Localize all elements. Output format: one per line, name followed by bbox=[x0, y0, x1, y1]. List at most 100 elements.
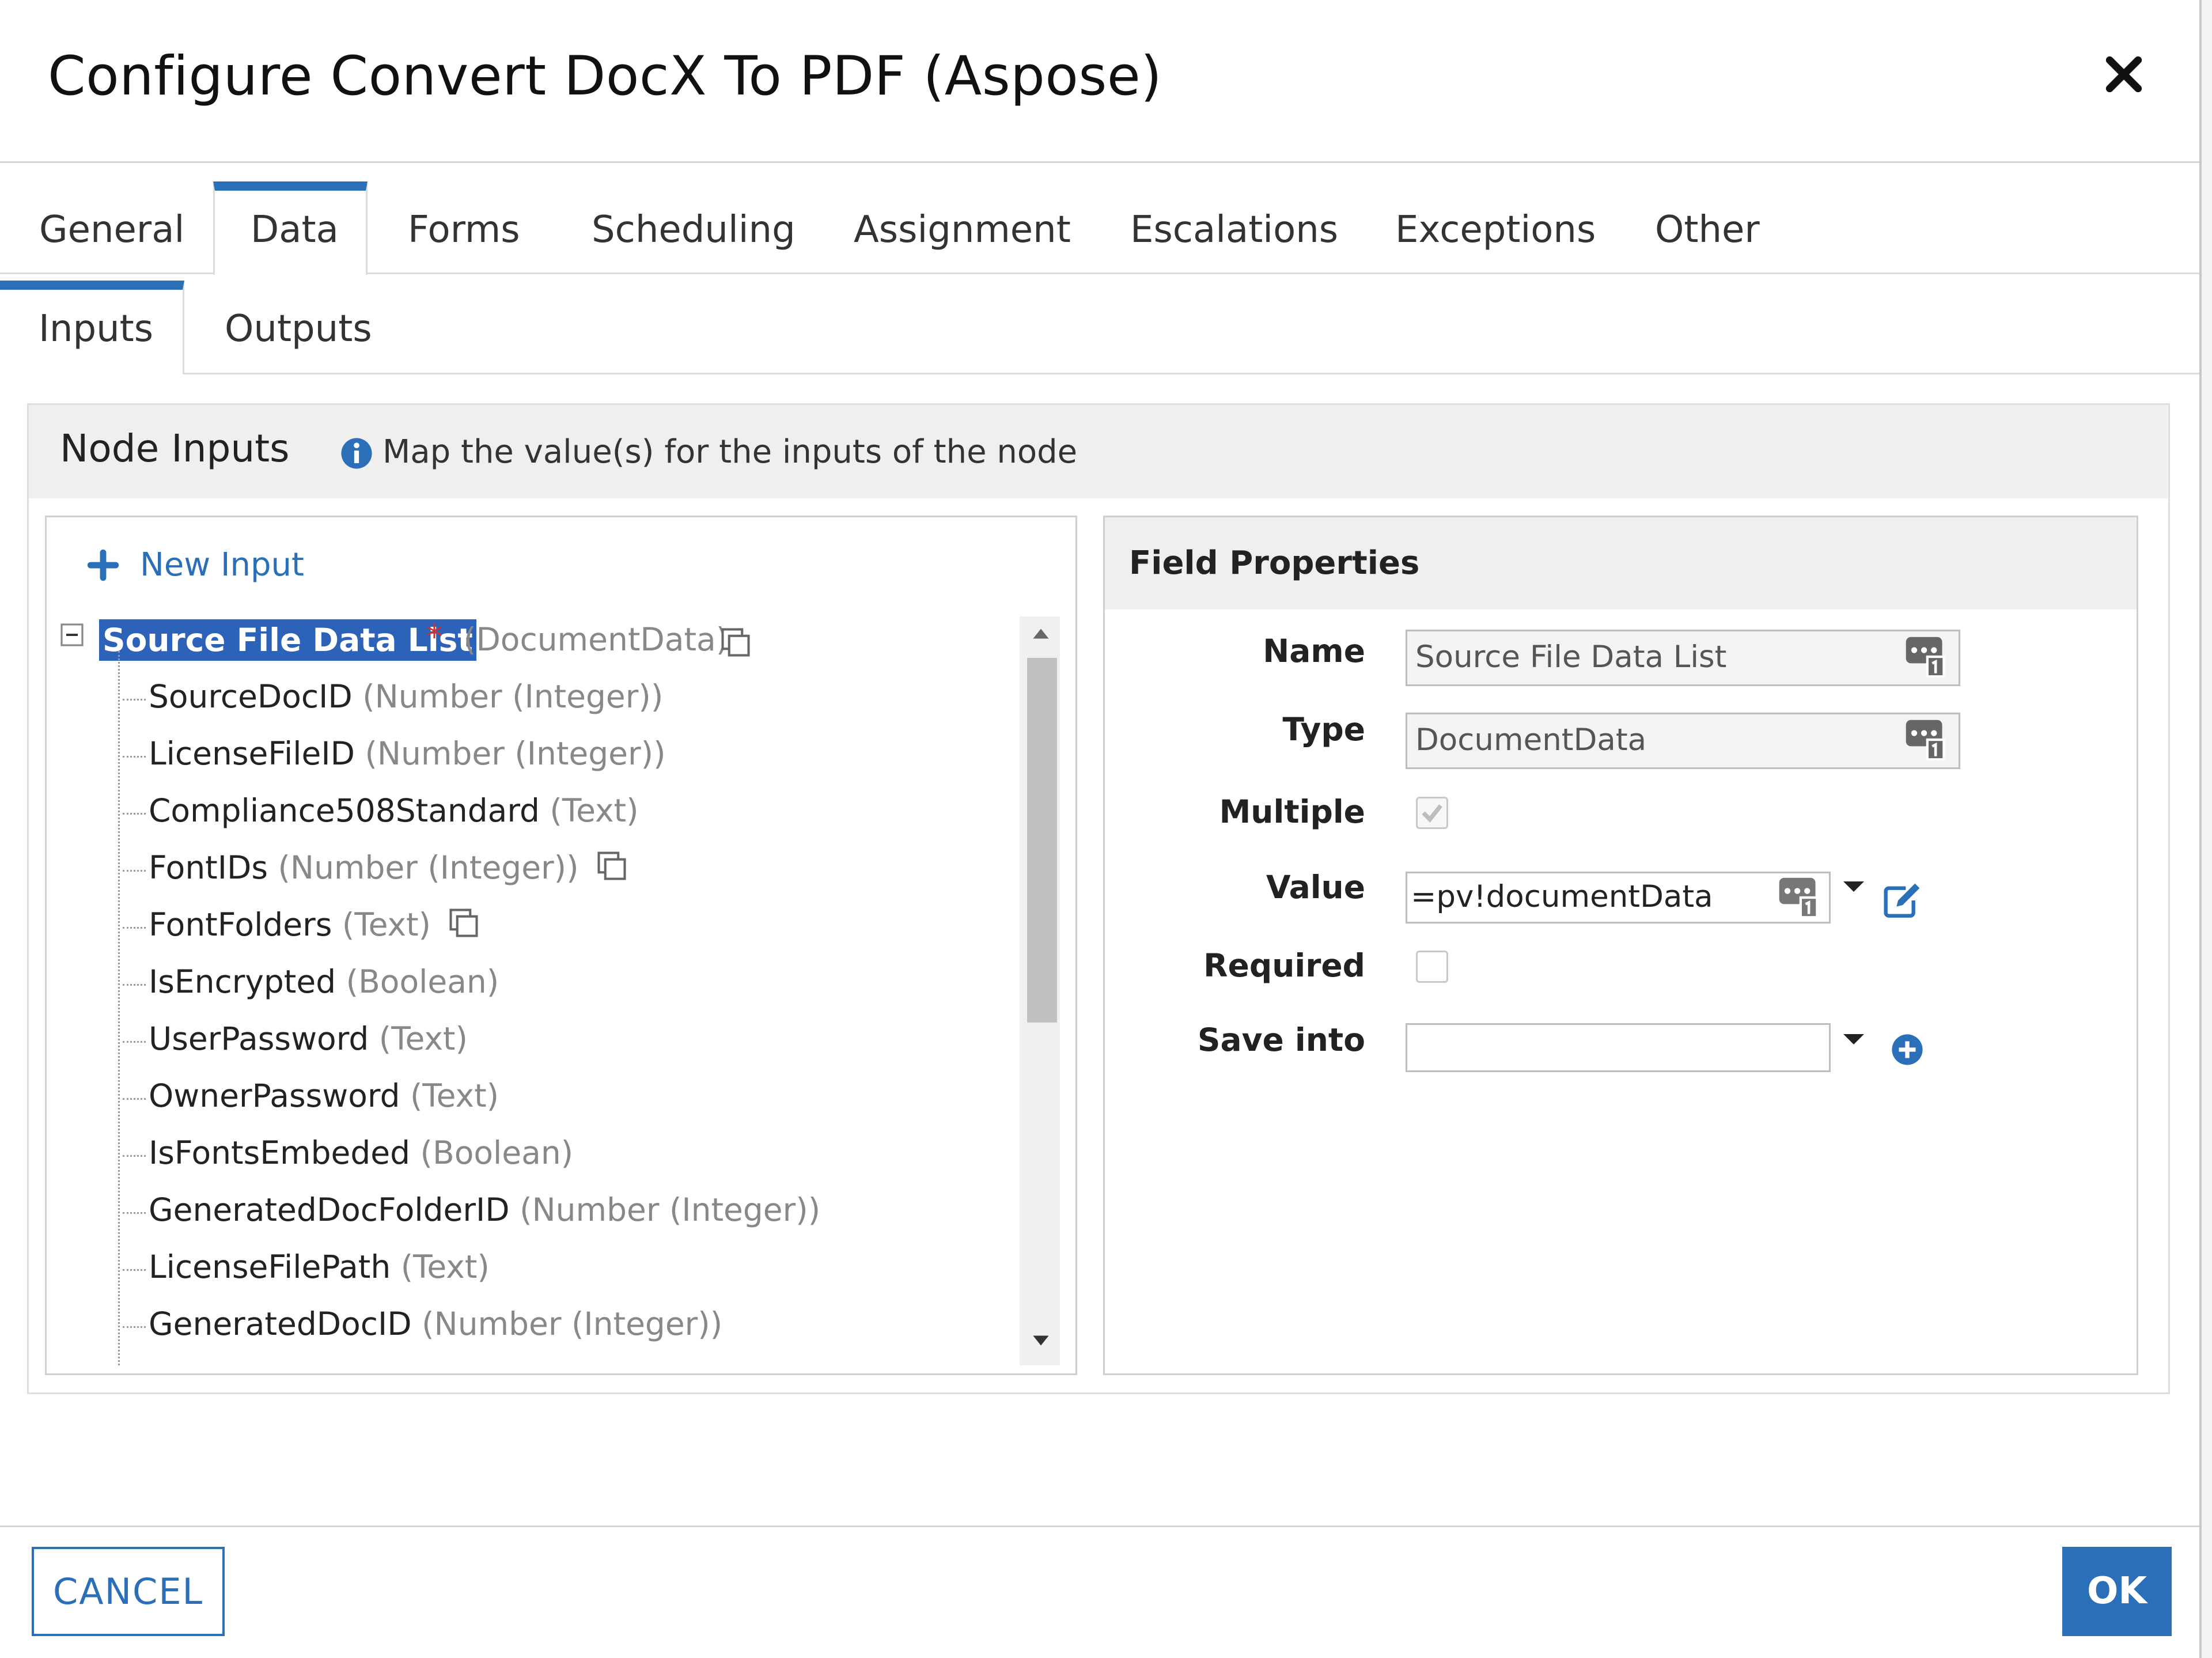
expression-editor-icon[interactable] bbox=[1904, 634, 1948, 680]
tree-item[interactable]: IsFontsEmbeded (Boolean) bbox=[149, 1134, 573, 1171]
add-circle-icon[interactable] bbox=[1891, 1033, 1924, 1066]
tab-forms[interactable]: Forms bbox=[408, 209, 520, 251]
tree-item-type: (Boolean) bbox=[420, 1134, 574, 1171]
required-label: Required bbox=[1203, 947, 1365, 984]
tree-item[interactable]: Compliance508Standard (Text) bbox=[149, 792, 639, 829]
node-inputs-description: Map the value(s) for the inputs of the n… bbox=[382, 433, 1078, 471]
tree-item-name: SourceDocID bbox=[149, 678, 353, 715]
multiple-icon bbox=[721, 628, 750, 657]
tree-item-name: Compliance508Standard bbox=[149, 792, 540, 829]
background-strip bbox=[2202, 0, 2212, 1658]
tree-item[interactable]: FontFolders (Text) bbox=[149, 906, 479, 946]
name-field[interactable]: Source File Data List bbox=[1406, 630, 1960, 686]
tree-connector bbox=[123, 870, 146, 872]
collapse-icon[interactable] bbox=[60, 623, 84, 646]
field-properties-title: Field Properties bbox=[1129, 544, 1420, 582]
tree-root-selected[interactable]: Source File Data List bbox=[99, 619, 476, 661]
tree-item-type: (Number (Integer)) bbox=[278, 849, 579, 886]
value-label: Value bbox=[1266, 869, 1365, 906]
tree-item-type: (Text) bbox=[410, 1077, 499, 1114]
tab-scheduling[interactable]: Scheduling bbox=[592, 209, 796, 251]
tree-connector bbox=[123, 927, 146, 929]
tree-connector bbox=[123, 1155, 146, 1157]
info-icon bbox=[341, 438, 372, 469]
tree-item[interactable]: GeneratedDocID (Number (Integer)) bbox=[149, 1305, 722, 1342]
tree-item-name: GeneratedDocFolderID bbox=[149, 1191, 510, 1228]
value-dropdown-arrow-icon[interactable] bbox=[1843, 881, 1864, 892]
ok-button[interactable]: OK bbox=[2062, 1547, 2172, 1636]
tree-item-type: (Boolean) bbox=[346, 963, 499, 1000]
new-input-link[interactable]: New Input bbox=[140, 546, 304, 584]
tree-connector bbox=[123, 699, 146, 701]
cancel-button[interactable]: CANCEL bbox=[32, 1547, 225, 1636]
tab-exceptions[interactable]: Exceptions bbox=[1395, 209, 1596, 251]
tree-item[interactable]: FontIDs (Number (Integer)) bbox=[149, 849, 627, 889]
tree-item[interactable]: GeneratedDocFolderID (Number (Integer)) bbox=[149, 1191, 820, 1228]
tree-item[interactable]: LicenseFilePath (Text) bbox=[149, 1248, 490, 1285]
tree-item-name: LicenseFilePath bbox=[149, 1248, 391, 1285]
tree-item-type: (Number (Integer)) bbox=[422, 1305, 723, 1342]
tree-item-type: (Text) bbox=[342, 906, 431, 943]
tab-data[interactable]: Data bbox=[251, 209, 339, 251]
tree-connector bbox=[123, 1041, 146, 1043]
tree-connector bbox=[118, 651, 120, 1365]
required-checkbox[interactable] bbox=[1416, 951, 1448, 983]
tree-item-type: (Text) bbox=[550, 792, 639, 829]
required-marker: * bbox=[426, 618, 442, 656]
plus-icon[interactable] bbox=[86, 548, 120, 582]
tab-general[interactable]: General bbox=[39, 209, 184, 251]
name-label: Name bbox=[1263, 633, 1365, 669]
type-field[interactable]: DocumentData bbox=[1406, 713, 1960, 769]
tree-item[interactable]: UserPassword (Text) bbox=[149, 1020, 468, 1057]
scroll-down-arrow-icon[interactable] bbox=[1031, 1334, 1051, 1347]
tree-item-name: IsEncrypted bbox=[149, 963, 336, 1000]
subtab-inputs[interactable]: Inputs bbox=[39, 308, 153, 350]
value-field[interactable]: =pv!documentData bbox=[1406, 872, 1831, 923]
multiple-label: Multiple bbox=[1219, 793, 1365, 830]
tree-item[interactable]: LicenseFileID (Number (Integer)) bbox=[149, 735, 666, 772]
tree-connector bbox=[123, 1212, 146, 1214]
tree-item-name: FontIDs bbox=[149, 849, 268, 886]
tree-item-name: GeneratedDocID bbox=[149, 1305, 412, 1342]
tree-item-name: IsFontsEmbeded bbox=[149, 1134, 411, 1171]
tree-item-type: (Text) bbox=[378, 1020, 468, 1057]
tree-item[interactable]: IsEncrypted (Boolean) bbox=[149, 963, 499, 1000]
tree-item-type: (Number (Integer)) bbox=[365, 735, 666, 772]
tab-other[interactable]: Other bbox=[1655, 209, 1760, 251]
multiple-checkbox[interactable] bbox=[1416, 797, 1448, 829]
tree-item[interactable]: SourceDocID (Number (Integer)) bbox=[149, 678, 663, 715]
tree-connector bbox=[123, 984, 146, 986]
tree-item-name: UserPassword bbox=[149, 1020, 369, 1057]
close-icon[interactable] bbox=[2103, 53, 2145, 96]
expression-editor-icon[interactable] bbox=[1777, 875, 1821, 921]
tree-connector bbox=[123, 756, 146, 758]
tree-item[interactable]: OwnerPassword (Text) bbox=[149, 1077, 499, 1114]
save-into-field[interactable] bbox=[1406, 1023, 1831, 1072]
subtab-outputs[interactable]: Outputs bbox=[225, 308, 372, 350]
multiple-icon bbox=[596, 850, 627, 889]
tree-connector bbox=[123, 1098, 146, 1100]
subtabs-divider bbox=[0, 373, 2199, 374]
tree-item-type: (Number (Integer)) bbox=[520, 1191, 821, 1228]
tree-item-name: LicenseFileID bbox=[149, 735, 355, 772]
type-label: Type bbox=[1282, 711, 1365, 748]
multiple-icon bbox=[448, 907, 479, 946]
tree-item-type: (Text) bbox=[400, 1248, 490, 1285]
dialog-title: Configure Convert DocX To PDF (Aspose) bbox=[48, 45, 1162, 108]
node-inputs-title: Node Inputs bbox=[60, 426, 290, 471]
tree-item-name: FontFolders bbox=[149, 906, 332, 943]
tree-connector bbox=[123, 1326, 146, 1328]
scrollbar-thumb[interactable] bbox=[1027, 658, 1057, 1023]
edit-icon[interactable] bbox=[1883, 882, 1923, 919]
tree-connector bbox=[123, 1269, 146, 1271]
expression-editor-icon[interactable] bbox=[1904, 717, 1948, 763]
tree-item-type: (Number (Integer)) bbox=[362, 678, 664, 715]
save-into-dropdown-arrow-icon[interactable] bbox=[1843, 1034, 1864, 1044]
header-divider bbox=[0, 161, 2200, 163]
tree-item-name: OwnerPassword bbox=[149, 1077, 400, 1114]
footer-divider bbox=[0, 1525, 2199, 1527]
tab-escalations[interactable]: Escalations bbox=[1130, 209, 1338, 251]
tab-assignment[interactable]: Assignment bbox=[854, 209, 1071, 251]
scroll-up-arrow-icon[interactable] bbox=[1031, 627, 1051, 641]
tree-connector bbox=[123, 813, 146, 815]
